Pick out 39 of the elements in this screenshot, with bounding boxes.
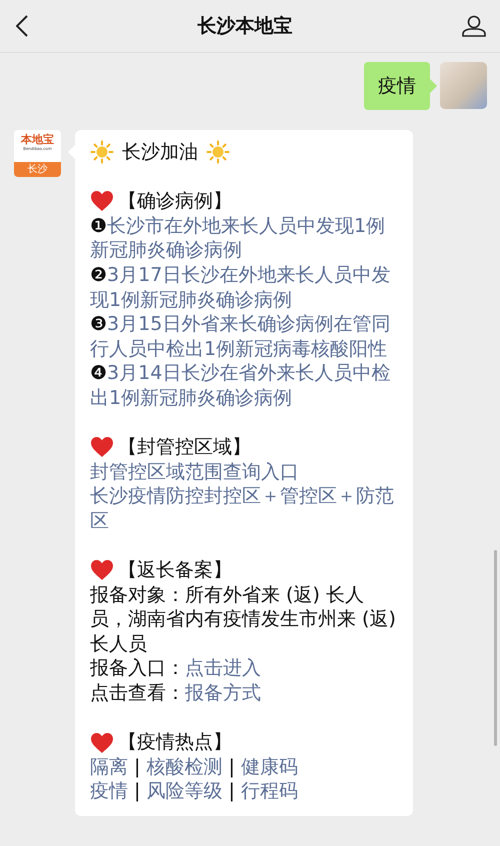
link[interactable]: 封管控区域范围查询入口: [90, 460, 398, 484]
message-line[interactable]: ❶长沙市在外地来长人员中发现1例新冠肺炎确诊病例: [90, 214, 398, 263]
message-line[interactable]: ❸3月15日外省来长确诊病例在管同行人员中检出1例新冠病毒核酸阳性: [90, 312, 398, 362]
message-text: |: [228, 780, 236, 802]
link[interactable]: 核酸检测: [146, 756, 222, 778]
logo-city: 长沙: [14, 162, 61, 177]
heart-icon: [90, 436, 114, 458]
message-text: |: [228, 756, 236, 778]
sun-icon: [206, 140, 230, 164]
link[interactable]: 报备方式: [185, 682, 261, 704]
link[interactable]: 隔离: [90, 756, 128, 778]
link[interactable]: 行程码: [240, 780, 298, 802]
section-heading: 【封管控区域】: [118, 435, 251, 460]
link[interactable]: 长沙疫情防控封控区＋管控区＋防范区: [90, 484, 398, 534]
message-line[interactable]: ❹3月14日长沙在省外来长人员中检出1例新冠肺炎确诊病例: [90, 361, 398, 411]
link[interactable]: 点击进入: [185, 657, 261, 680]
link[interactable]: 风险等级: [146, 780, 222, 802]
person-icon[interactable]: [462, 15, 486, 37]
section-heading: 【疫情热点】: [118, 730, 232, 755]
section-heading: 【返长备案】: [118, 558, 232, 583]
message-text: 报备入口：: [90, 657, 185, 680]
message-line[interactable]: ❷3月17日长沙在外地来长人员中发现1例新冠肺炎确诊病例: [90, 262, 398, 312]
heart-icon: [90, 190, 114, 212]
message-text: |: [133, 780, 142, 802]
back-icon[interactable]: [16, 15, 28, 37]
avatar-photo-placeholder: [440, 62, 487, 109]
nav-title: 长沙本地宝: [198, 14, 292, 39]
link[interactable]: 健康码: [240, 756, 298, 778]
message-text: 点击查看：: [90, 682, 185, 704]
section-heading: 【确诊病例】: [118, 189, 232, 214]
sun-icon: [90, 140, 114, 164]
logo-text: 本地宝: [21, 134, 54, 146]
message-text: 报备对象：所有外省来 (返) 长人员，湖南省内有疫情发生市州来 (返) 长人员: [90, 582, 397, 656]
link[interactable]: 疫情: [90, 780, 128, 802]
heart-icon: [90, 559, 114, 582]
message-text: |: [133, 756, 142, 778]
heart-icon: [90, 732, 114, 754]
sent-message: 疫情: [364, 62, 430, 110]
headline-text: 长沙加油: [122, 140, 198, 165]
